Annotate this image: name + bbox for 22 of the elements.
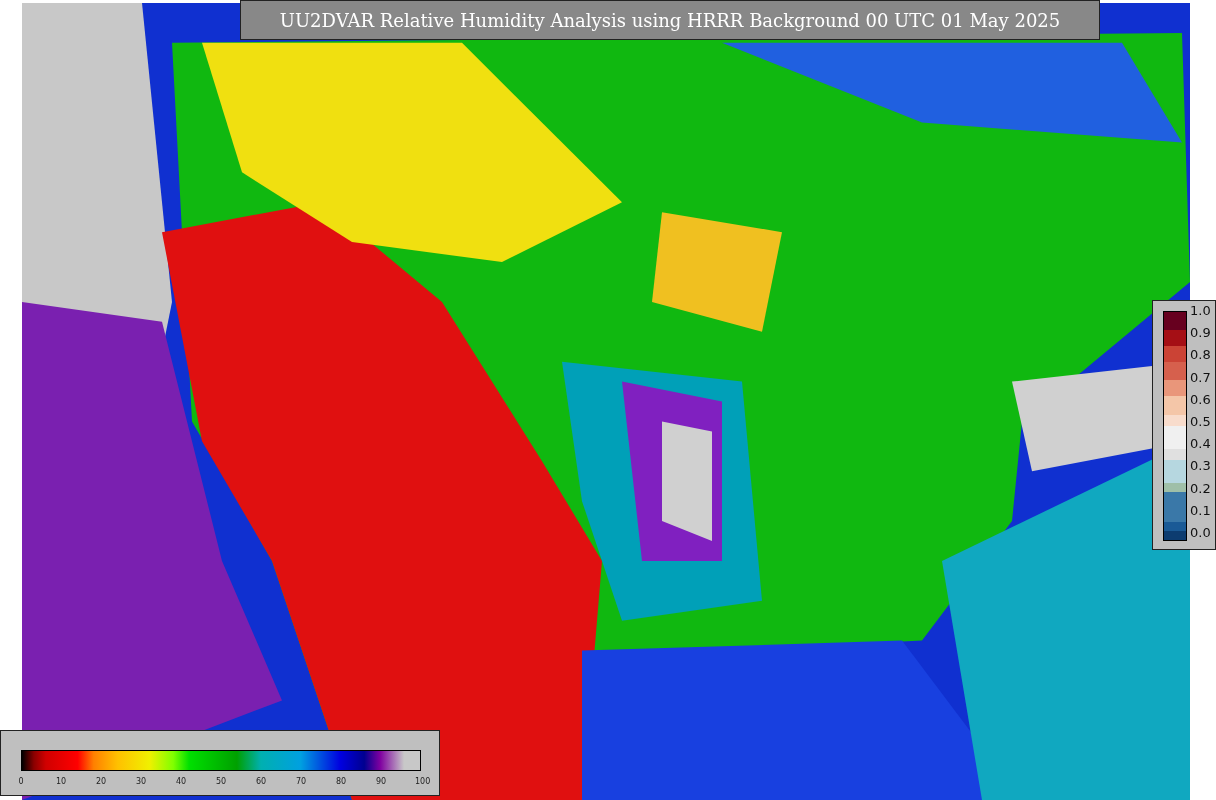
colorbar-label: 0.0 — [1190, 524, 1211, 541]
colorbar-label: 30 — [135, 777, 147, 786]
colorbar-label: 40 — [175, 777, 187, 786]
colorbar-label: 0.2 — [1190, 480, 1211, 497]
map-title: UU2DVAR Relative Humidity Analysis using HRRR Background 00 UTC 01 May 2025 — [240, 0, 1100, 40]
colorbar-label: 60 — [255, 777, 267, 786]
colorbar-label: 0.3 — [1190, 458, 1211, 475]
colorbar-label: 1.0 — [1190, 303, 1211, 319]
colorbar-label: 0.8 — [1190, 347, 1211, 364]
colorbar-label: 90 — [375, 777, 387, 786]
colorbar-label: 50 — [215, 777, 227, 786]
colorbar-label: 0.6 — [1190, 391, 1211, 408]
colorbar-label: 0.9 — [1190, 325, 1211, 342]
colorbar-label: 10 — [55, 777, 67, 786]
colorbar-label: 70 — [295, 777, 307, 786]
colorbar-label: 0.7 — [1190, 369, 1211, 386]
colorbar-label: 0 — [17, 777, 25, 786]
colorbar-label: 0.4 — [1190, 436, 1211, 453]
colorbar-label: 0.5 — [1190, 413, 1211, 430]
colorbar-label: 0.1 — [1190, 502, 1211, 519]
colorbar-label: 20 — [95, 777, 107, 786]
colorbar-label: 80 — [335, 777, 347, 786]
